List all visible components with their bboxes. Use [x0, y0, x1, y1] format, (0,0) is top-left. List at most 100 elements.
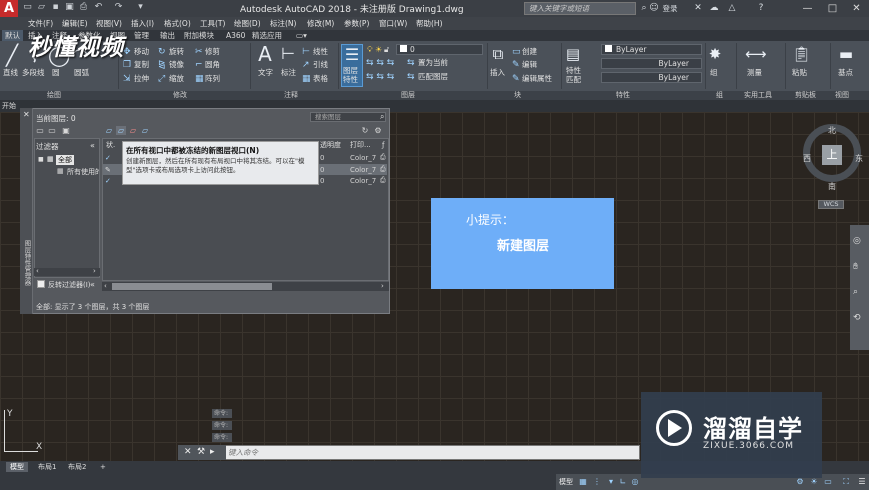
- text-icon[interactable]: A: [256, 43, 274, 65]
- mirror-button[interactable]: 镜像: [169, 60, 184, 70]
- panel-label-utilities[interactable]: 实用工具: [744, 91, 772, 100]
- refresh-icon[interactable]: ↻: [360, 126, 370, 135]
- fillet-icon[interactable]: ⌐: [195, 60, 203, 70]
- layer-search-input[interactable]: 搜索图层: [310, 112, 386, 122]
- compass-east[interactable]: 东: [855, 153, 863, 164]
- maximize-button[interactable]: □: [820, 0, 845, 17]
- saveas-icon[interactable]: ▣: [64, 2, 75, 13]
- line-icon[interactable]: ╱: [3, 44, 21, 66]
- linear-dim-button[interactable]: 线性: [313, 47, 328, 57]
- col-transparency[interactable]: 透明度: [320, 140, 341, 151]
- match-layer-icon[interactable]: ⇆: [407, 72, 415, 82]
- set-current-layer-icon[interactable]: ▱: [140, 126, 150, 135]
- menu-parametric[interactable]: 参数(P): [344, 17, 369, 30]
- undo-icon[interactable]: ↶: [93, 2, 104, 13]
- panel-label-draw[interactable]: 绘图: [47, 91, 61, 100]
- rotate-icon[interactable]: ↻: [158, 47, 166, 57]
- edit-attr-button[interactable]: 编辑属性: [522, 74, 552, 84]
- layer-tool2-icon[interactable]: ⇆ ⇆ ⇆: [366, 72, 394, 82]
- grid-icon[interactable]: ▦: [577, 476, 589, 488]
- fillet-button[interactable]: 圆角: [205, 60, 220, 70]
- edit-attr-icon[interactable]: ✎: [512, 74, 520, 84]
- sun-icon[interactable]: ☀: [375, 45, 382, 54]
- create-block-icon[interactable]: ▭: [512, 47, 521, 57]
- group-button[interactable]: 组: [710, 68, 718, 78]
- copy-icon[interactable]: ❐: [123, 60, 131, 70]
- arc-button[interactable]: 圆弧: [74, 68, 89, 78]
- layer-dropdown[interactable]: 0: [396, 44, 483, 55]
- circle-button[interactable]: 圆: [52, 68, 60, 78]
- tree-toggle-icon[interactable]: ■: [38, 156, 44, 163]
- copy-button[interactable]: 复制: [134, 60, 149, 70]
- move-button[interactable]: 移动: [134, 47, 149, 57]
- new-layer-icon[interactable]: ▱: [104, 126, 114, 135]
- linear-icon[interactable]: ⊢: [302, 47, 310, 57]
- snap-icon[interactable]: ⋮: [591, 476, 603, 488]
- search-icon[interactable]: ⌕: [380, 112, 384, 122]
- menu-window[interactable]: 窗口(W): [379, 17, 407, 30]
- invert-filter-checkbox[interactable]: [37, 280, 45, 288]
- filter-used[interactable]: 所有使用的图层: [67, 167, 99, 177]
- wcs-menu[interactable]: WCS: [818, 200, 844, 209]
- steering-wheel-icon[interactable]: ◎: [853, 236, 861, 246]
- panel-label-clipboard[interactable]: 剪贴板: [795, 91, 816, 100]
- paste-icon[interactable]: 📋︎: [792, 43, 811, 65]
- filter-scrollbar[interactable]: [34, 268, 100, 276]
- new-filter-icon[interactable]: ▭: [35, 126, 45, 135]
- menu-draw[interactable]: 绘图(D): [234, 17, 261, 30]
- trim-icon[interactable]: ✂: [195, 47, 203, 57]
- menu-tools[interactable]: 工具(T): [200, 17, 225, 30]
- app-menu-button[interactable]: A: [0, 0, 18, 17]
- group-icon[interactable]: ✸: [707, 43, 723, 65]
- user-icon[interactable]: ☺: [649, 2, 659, 15]
- mirror-icon[interactable]: ⧎: [158, 60, 166, 70]
- move-icon[interactable]: ✥: [123, 47, 131, 57]
- compass-north[interactable]: 北: [828, 125, 836, 136]
- help-icon[interactable]: ?: [754, 2, 768, 15]
- new-icon[interactable]: ▭: [22, 2, 33, 13]
- menu-insert[interactable]: 插入(I): [131, 17, 154, 30]
- settings-icon[interactable]: △: [726, 2, 738, 15]
- measure-icon[interactable]: ⟷: [745, 43, 767, 65]
- base-view-icon[interactable]: ▬: [838, 43, 854, 65]
- scroll-left-icon[interactable]: ‹: [104, 282, 107, 290]
- leader-button[interactable]: 引线: [313, 60, 328, 70]
- match-properties-icon[interactable]: ▤: [565, 43, 581, 65]
- scroll-right-icon[interactable]: ›: [381, 282, 384, 290]
- tab-default[interactable]: 默认: [2, 30, 23, 41]
- panel-label-view[interactable]: 视图: [835, 91, 849, 100]
- command-input[interactable]: 键入命令: [228, 447, 258, 458]
- panel-label-groups[interactable]: 组: [716, 91, 723, 100]
- polar-icon[interactable]: ◎: [629, 476, 641, 488]
- edit-block-button[interactable]: 编辑: [522, 60, 537, 70]
- menu-help[interactable]: 帮助(H): [416, 17, 443, 30]
- polyline-button[interactable]: 多段线: [22, 68, 45, 78]
- scroll-right-icon[interactable]: ›: [93, 267, 96, 275]
- collapse-filter-icon[interactable]: «: [90, 280, 95, 289]
- trim-button[interactable]: 修剪: [205, 47, 220, 57]
- color-dropdown[interactable]: ByLayer: [601, 44, 702, 55]
- zoom-icon[interactable]: ⌕: [853, 287, 858, 297]
- dropdown-icon[interactable]: ▾: [605, 476, 617, 488]
- lightbulb-icon[interactable]: 💡︎: [367, 45, 373, 55]
- group-filter-icon[interactable]: ▭: [47, 126, 57, 135]
- linetype-dropdown[interactable]: ByLayer: [601, 58, 702, 69]
- compass-south[interactable]: 南: [828, 181, 836, 192]
- login-button[interactable]: 登录: [659, 2, 681, 15]
- leader-icon[interactable]: ↗: [302, 60, 310, 70]
- model-space-button[interactable]: 模型: [559, 477, 573, 487]
- measure-button[interactable]: 测量: [747, 68, 762, 78]
- panel-label-properties[interactable]: 特性: [616, 91, 630, 100]
- col-status[interactable]: 状.: [106, 140, 115, 151]
- line-button[interactable]: 直线: [3, 68, 18, 78]
- match-layer-button[interactable]: 匹配图层: [418, 72, 448, 82]
- insert-block-icon[interactable]: ⧉: [490, 43, 506, 65]
- filter-all[interactable]: 全部: [56, 155, 74, 165]
- layer-tool-icon[interactable]: ⇆ ⇆ ⇆: [366, 58, 394, 68]
- set-current-button[interactable]: 置为当前: [418, 58, 448, 68]
- search-input[interactable]: 键入关键字或短语: [524, 2, 636, 15]
- lock-icon[interactable]: 🔓︎: [384, 45, 389, 55]
- scale-icon[interactable]: ⤢: [158, 74, 165, 84]
- panel-label-annotation[interactable]: 注释: [284, 91, 298, 100]
- paste-button[interactable]: 粘贴: [792, 68, 807, 78]
